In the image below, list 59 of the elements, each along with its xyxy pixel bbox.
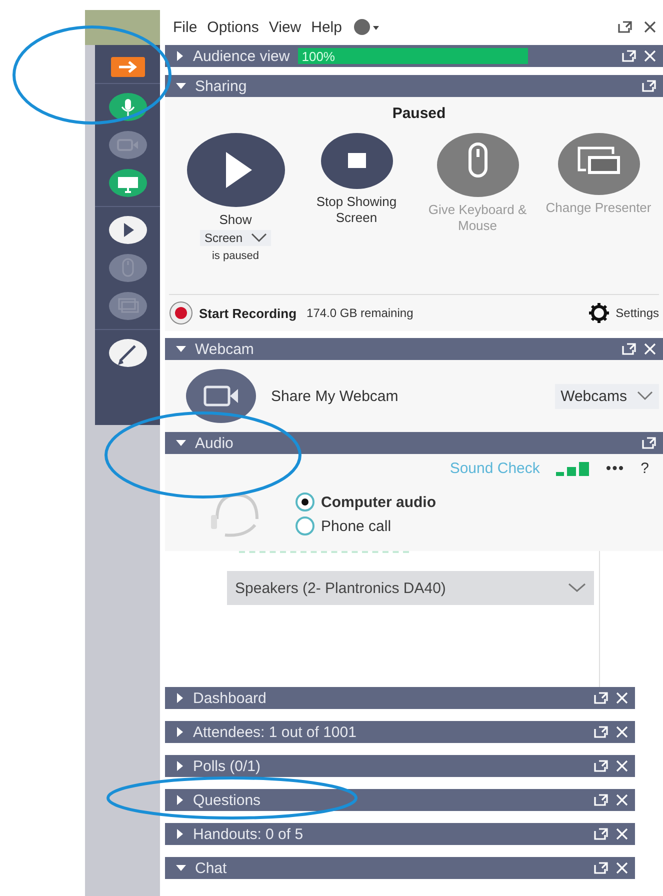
status-note: is paused <box>212 250 260 262</box>
button-label[interactable]: Show <box>219 212 252 228</box>
start-recording-button[interactable]: Start Recording <box>169 301 297 325</box>
radio-button[interactable] <box>295 492 315 512</box>
stop-button-icon[interactable] <box>320 132 394 190</box>
webcams-dropdown[interactable]: Webcams <box>554 384 659 408</box>
expand-arrow-icon[interactable] <box>175 760 185 772</box>
menu-item[interactable]: View <box>268 18 302 36</box>
expand-arrow-icon[interactable] <box>175 692 185 704</box>
pane-title: Polls (0/1) <box>193 758 261 774</box>
collapse-arrow-icon[interactable] <box>175 81 187 91</box>
pop-out-icon[interactable] <box>617 20 633 34</box>
settings-link[interactable]: Settings <box>588 302 659 324</box>
expand-arrow-icon[interactable] <box>175 50 185 62</box>
pane-title: Chat <box>195 860 227 876</box>
more-options[interactable]: ••• <box>606 460 625 477</box>
button-label[interactable]: Stop Showing Screen <box>302 194 412 226</box>
settings-icon <box>588 302 610 324</box>
pane-title: Attendees: 1 out of 1001 <box>193 724 356 740</box>
collapse-arrow-icon[interactable] <box>175 344 187 354</box>
pane-title: Dashboard <box>193 690 266 706</box>
microphone-icon[interactable] <box>108 92 148 122</box>
pane-title: Handouts: 0 of 5 <box>193 826 304 842</box>
screen-dropdown[interactable]: Screen <box>200 230 271 246</box>
radio-label[interactable]: Phone call <box>321 518 392 534</box>
progress-reading: 100% <box>300 49 335 64</box>
menu-item[interactable]: Help <box>311 18 342 36</box>
sharing-status: Paused <box>391 105 447 122</box>
share-webcam-label[interactable]: Share My Webcam <box>271 388 398 404</box>
close-icon[interactable] <box>643 20 657 34</box>
mouse-button-icon[interactable] <box>436 132 520 198</box>
expand-arrow-icon[interactable] <box>175 828 185 840</box>
screens-button-icon[interactable] <box>556 132 640 196</box>
pane-title: Audience view <box>193 48 290 64</box>
signal-bars-icon <box>556 460 590 476</box>
pane-title: Questions <box>193 792 261 808</box>
storage-remaining: 174.0 GB remaining <box>306 306 414 320</box>
chevron-down-icon <box>568 583 586 593</box>
speaker-dropdown[interactable]: Speakers (2- Plantronics DA40) <box>227 571 594 605</box>
menu-item[interactable]: Options <box>207 18 259 36</box>
webcam-button-icon[interactable] <box>185 368 257 424</box>
chevron-down-icon <box>250 233 267 243</box>
play-icon[interactable] <box>108 215 148 245</box>
chevron-down-icon <box>637 391 653 401</box>
help-link[interactable]: ? <box>640 460 649 477</box>
record-icon <box>169 301 193 325</box>
pane-title: Audio <box>195 434 234 452</box>
menu-item[interactable]: File <box>173 18 198 36</box>
radio-label[interactable]: Computer audio <box>321 494 436 510</box>
collapse-arrow-icon[interactable] <box>175 438 187 448</box>
collapse-arrow-icon[interactable] <box>175 863 187 873</box>
play-button-icon[interactable] <box>186 132 286 208</box>
pen-icon[interactable] <box>108 338 148 368</box>
pane-title: Sharing <box>195 78 247 94</box>
screen-icon[interactable] <box>108 168 148 198</box>
pane-title: Webcam <box>195 340 254 358</box>
expand-arrow-icon[interactable] <box>175 726 185 738</box>
expand-arrow-icon[interactable] <box>175 794 185 806</box>
radio-button[interactable] <box>295 516 315 536</box>
